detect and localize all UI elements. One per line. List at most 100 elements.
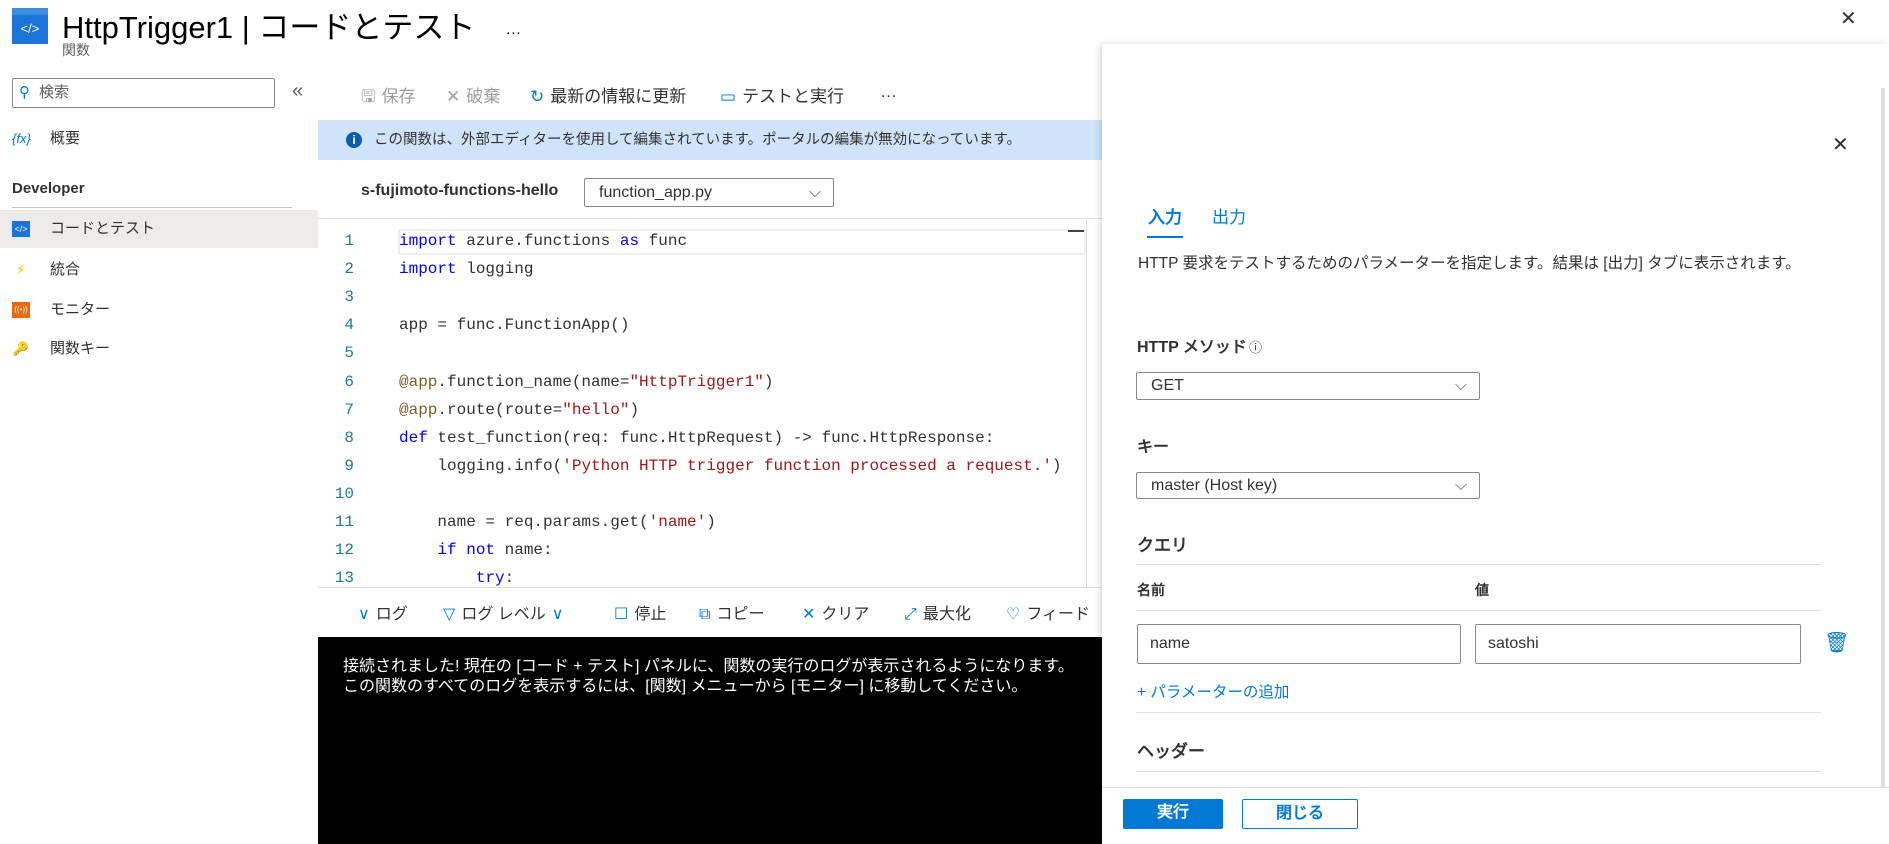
line-number: 7 bbox=[344, 400, 354, 419]
save-icon: 🖫 bbox=[361, 87, 376, 106]
code-token: "hello" bbox=[562, 400, 630, 419]
function-icon: {fx} bbox=[12, 131, 31, 146]
divider bbox=[1136, 564, 1821, 565]
monitor-icon: ((•)) bbox=[12, 302, 30, 318]
line-number: 6 bbox=[344, 372, 354, 391]
line-number: 5 bbox=[344, 344, 354, 363]
info-icon[interactable]: ⓘ bbox=[1249, 340, 1262, 355]
chevron-down-icon: ⌵ bbox=[1454, 377, 1467, 394]
panel-description: HTTP 要求をテストするためのパラメーターを指定します。結果は [出力] タブ… bbox=[1138, 255, 1801, 272]
discard-button[interactable]: ✕ 破棄 bbox=[446, 82, 500, 107]
line-number: 2 bbox=[344, 260, 354, 279]
test-panel-icon: ▭ bbox=[720, 87, 737, 106]
line-number: 8 bbox=[344, 428, 354, 447]
query-value-input[interactable]: satoshi bbox=[1475, 624, 1801, 664]
close-button[interactable]: 閉じる bbox=[1242, 799, 1358, 829]
code-token: 'name' bbox=[648, 513, 707, 531]
code-token: app = func.FunctionApp() bbox=[399, 316, 630, 335]
panel-scrollbar[interactable] bbox=[1881, 88, 1885, 788]
feedback-button[interactable]: ♡ フィード bbox=[1006, 600, 1102, 624]
divider bbox=[1136, 771, 1821, 772]
lightning-icon: ⚡ bbox=[16, 262, 26, 277]
divider bbox=[12, 207, 292, 208]
code-token: ) bbox=[1051, 456, 1062, 475]
heart-icon: ♡ bbox=[1006, 606, 1021, 623]
code-line: app = func.FunctionApp() bbox=[399, 316, 629, 334]
code-editor[interactable]: 1 import azure.functions as func 2 import l… bbox=[318, 220, 1102, 587]
maximize-button[interactable]: ⤢ 最大化 bbox=[904, 600, 971, 624]
code-line: if not name: bbox=[399, 541, 553, 560]
chevron-down-icon: ∨ bbox=[358, 606, 370, 623]
key-select[interactable]: master (Host key) ⌵ bbox=[1136, 472, 1480, 499]
code-token: ) bbox=[763, 372, 774, 391]
editor-scrollbar[interactable] bbox=[1086, 220, 1087, 587]
http-method-select[interactable]: GET ⌵ bbox=[1136, 372, 1480, 400]
code-token: logging bbox=[456, 260, 534, 279]
line-number: 3 bbox=[344, 288, 354, 307]
sidebar-item-integration[interactable]: ⚡ 統合 bbox=[0, 251, 318, 289]
refresh-button[interactable]: ↻ 最新の情報に更新 bbox=[530, 82, 686, 107]
code-token: name: bbox=[495, 541, 553, 560]
close-blade-button[interactable]: ✕ bbox=[1840, 6, 1857, 31]
run-button[interactable]: 実行 bbox=[1123, 799, 1223, 829]
line-number: 12 bbox=[334, 541, 354, 560]
code-line: def test_function(req: func.HttpRequest)… bbox=[399, 429, 994, 447]
sidebar-search-input[interactable]: ⚲ 検索 bbox=[12, 78, 275, 108]
line-number: 9 bbox=[344, 456, 354, 475]
code-icon: </> bbox=[12, 221, 30, 237]
code-token: import bbox=[399, 232, 457, 250]
tab-output[interactable]: 出力 bbox=[1212, 203, 1246, 228]
toolbar-more-button[interactable]: … bbox=[880, 82, 897, 102]
log-toggle-button[interactable]: ∨ ログ bbox=[358, 600, 408, 624]
sidebar-item-monitor[interactable]: ((•)) モニター bbox=[0, 291, 318, 329]
chevron-down-icon: ⌵ bbox=[1454, 477, 1467, 494]
stop-button[interactable]: ☐ 停止 bbox=[614, 600, 666, 624]
delete-icon[interactable]: 🗑 bbox=[1824, 630, 1849, 655]
add-parameter-link[interactable]: + パラメーターの追加 bbox=[1137, 680, 1289, 702]
code-line: name = req.params.get('name') bbox=[399, 513, 715, 531]
function-app-name: s-fujimoto-functions-hello bbox=[361, 182, 559, 199]
collapse-sidebar-button[interactable]: « bbox=[292, 80, 303, 103]
code-line: logging.info('Python HTTP trigger functi… bbox=[399, 456, 1062, 475]
code-token: def bbox=[399, 428, 428, 447]
sidebar-item-function-keys[interactable]: 🔑 関数キー bbox=[0, 330, 318, 368]
sidebar-section-developer: Developer bbox=[12, 180, 85, 197]
sidebar-item-code-test[interactable]: </> コードとテスト bbox=[0, 210, 318, 248]
code-token: import bbox=[399, 260, 457, 279]
test-run-button[interactable]: ▭ テストと実行 bbox=[720, 82, 844, 107]
sidebar-item-overview[interactable]: {fx} 概要 bbox=[0, 120, 318, 158]
tab-input[interactable]: 入力 bbox=[1147, 203, 1183, 238]
divider bbox=[1136, 712, 1821, 713]
query-name-input[interactable]: name bbox=[1137, 624, 1461, 664]
log-console: 接続されました! 現在の [コード + テスト] パネルに、関数の実行のログが表… bbox=[318, 637, 1102, 844]
query-label: クエリ bbox=[1137, 536, 1188, 555]
close-panel-button[interactable]: ✕ bbox=[1832, 132, 1849, 157]
code-token: @app bbox=[399, 372, 438, 391]
code-token: "HttpTrigger1" bbox=[629, 372, 764, 391]
copy-button[interactable]: ⧉ コピー bbox=[699, 600, 764, 624]
code-line: @app.function_name(name="HttpTrigger1") bbox=[399, 373, 773, 391]
file-select[interactable]: function_app.py ⌵ bbox=[584, 178, 834, 207]
code-token: try bbox=[475, 569, 505, 587]
clear-button[interactable]: ✕ クリア bbox=[802, 600, 869, 624]
line-number: 13 bbox=[334, 569, 354, 587]
maximize-icon: ⤢ bbox=[904, 606, 917, 623]
search-icon: ⚲ bbox=[19, 84, 30, 101]
code-token: as bbox=[619, 232, 640, 250]
column-value: 値 bbox=[1475, 582, 1489, 598]
page-subtitle: 関数 bbox=[62, 42, 90, 58]
discard-icon: ✕ bbox=[446, 87, 461, 106]
line-number: 10 bbox=[334, 484, 354, 503]
chevron-down-icon: ∨ bbox=[551, 606, 564, 623]
page-title: HttpTrigger1 | コードとテスト… bbox=[62, 10, 522, 45]
code-line: try: bbox=[399, 569, 514, 587]
log-level-dropdown[interactable]: ▽ ログ レベル ∨ bbox=[443, 600, 563, 624]
chevron-down-icon: ⌵ bbox=[808, 184, 821, 201]
code-token: .function_name(name= bbox=[437, 372, 630, 391]
more-options-button[interactable]: … bbox=[505, 21, 521, 38]
save-button[interactable]: 🖫 保存 bbox=[361, 82, 415, 113]
clear-icon: ✕ bbox=[802, 606, 816, 623]
refresh-icon: ↻ bbox=[530, 87, 545, 106]
